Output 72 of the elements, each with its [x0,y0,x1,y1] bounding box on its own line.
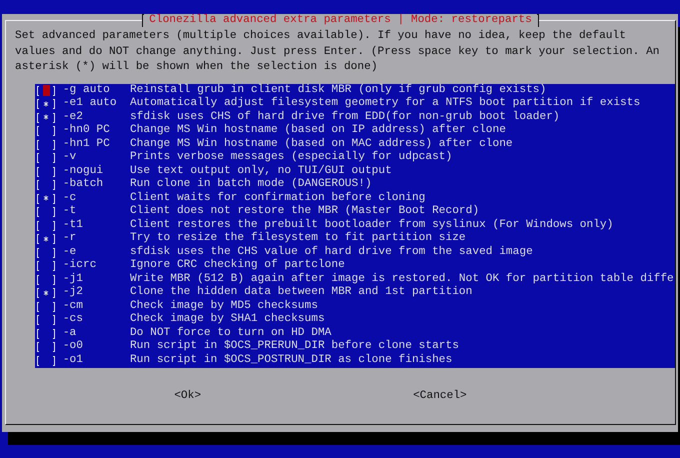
option-description: Change MS Win hostname (based on IP address) after clone [130,124,506,138]
option-label: -j1 [62,272,84,286]
option-label: -g auto [62,84,111,97]
option-label: -e2 [62,110,84,124]
checkbox[interactable] [36,233,56,244]
option-description: Client waits for confirmation before cloning [130,192,426,204]
checkbox[interactable] [36,84,56,96]
option-description: Do NOT force to turn on HD DMA [130,326,332,340]
checkbox[interactable] [36,341,56,352]
option-label: -hn1 PC [62,138,111,151]
checkbox[interactable] [36,206,56,217]
option-description: Run script in $OCS_PRERUN_DIR before clone starts [130,340,459,354]
asterisk-icon [43,100,50,108]
checkbox[interactable] [36,246,56,258]
option-description: Run clone in batch mode (DANGEROUS!) [130,178,372,192]
checkbox[interactable] [36,166,56,176]
option-label: -c [62,192,78,205]
dialog-button[interactable]: <Ok> [174,390,202,402]
checkbox[interactable] [36,152,56,163]
option-description: Client restores the prebuilt bootloader from syslinux (For Windows only) [130,218,614,232]
asterisk-icon [43,113,50,121]
checkbox[interactable] [36,314,56,325]
option-label: -e1 auto [62,97,118,110]
checkbox[interactable] [36,328,56,338]
checkbox[interactable] [36,112,56,122]
option-label: -o1 [62,354,84,367]
option-description: Check image by SHA1 checksums [130,313,325,326]
option-label: -j2 [62,286,84,300]
checkbox[interactable] [36,354,56,366]
option-description: Check image by MD5 checksums [130,300,318,312]
option-label: -batch [62,178,104,192]
option-label: -icrc [62,259,98,272]
dialog-button[interactable]: <Cancel> [413,390,467,402]
option-label: -hn0 PC [62,124,111,138]
instruction-text: Set advanced parameters (multiple choices available). If you have no idea, keep the default values and do NOT change anything. Just press Enter. (Press space key to mark your selection. An asterisk (*) will be shown when the selection is done) [15,29,661,75]
option-label: -t [62,205,78,218]
option-label: -nogui [62,164,104,178]
checkbox[interactable] [36,138,56,150]
asterisk-icon [43,288,50,296]
checkbox[interactable] [36,287,56,298]
option-description: sfdisk uses the CHS value of hard drive from the saved image [130,246,533,258]
checkbox[interactable] [36,179,56,190]
option-label: -o0 [62,340,84,354]
checkbox[interactable] [36,192,56,204]
dialog-title: Clonezilla advanced extra parameters | Mode: restoreparts [144,14,537,27]
option-description: Try to resize the filesystem to fit partition size [130,232,466,246]
option-description: sfdisk uses CHS of hard drive from EDD(for non-grub boot loader) [130,110,560,124]
checkbox[interactable] [36,300,56,312]
option-label: -a [62,326,78,340]
option-label: -t1 [62,218,84,232]
option-description: Client does not restore the MBR (Master Boot Record) [130,205,480,218]
option-description: Run script in $OCS_POSTRUN_DIR as clone finishes [130,354,452,367]
asterisk-icon [43,194,50,202]
option-description: Prints verbose messages (especially for udpcast) [130,151,452,164]
option-description: Write MBR (512 B) again after image is restored. Not OK for partition table diffe [130,272,674,286]
option-label: -cm [62,300,84,313]
option-description: Reinstall grub in client disk MBR (only if grub config exists) [130,84,546,96]
option-label: -e [62,246,78,258]
asterisk-icon [43,234,50,242]
option-description: Automatically adjust filesystem geometry for a NTFS boot partition if exists [130,97,640,110]
checkbox[interactable] [36,274,56,284]
checkbox[interactable] [36,220,56,230]
option-label: -r [62,232,78,246]
option-description: Use text output only, no TUI/GUI output [130,164,392,178]
checkbox[interactable] [36,98,56,109]
option-label: -v [62,151,78,164]
option-description: Clone the hidden data between MBR and 1st partition [130,286,472,300]
checkbox[interactable] [36,260,56,271]
option-description: Ignore CRC checking of partclone [130,259,345,272]
option-description: Change MS Win hostname (based on MAC address) after clone [130,138,513,150]
option-label: -cs [62,313,84,326]
checkbox[interactable] [36,125,56,136]
